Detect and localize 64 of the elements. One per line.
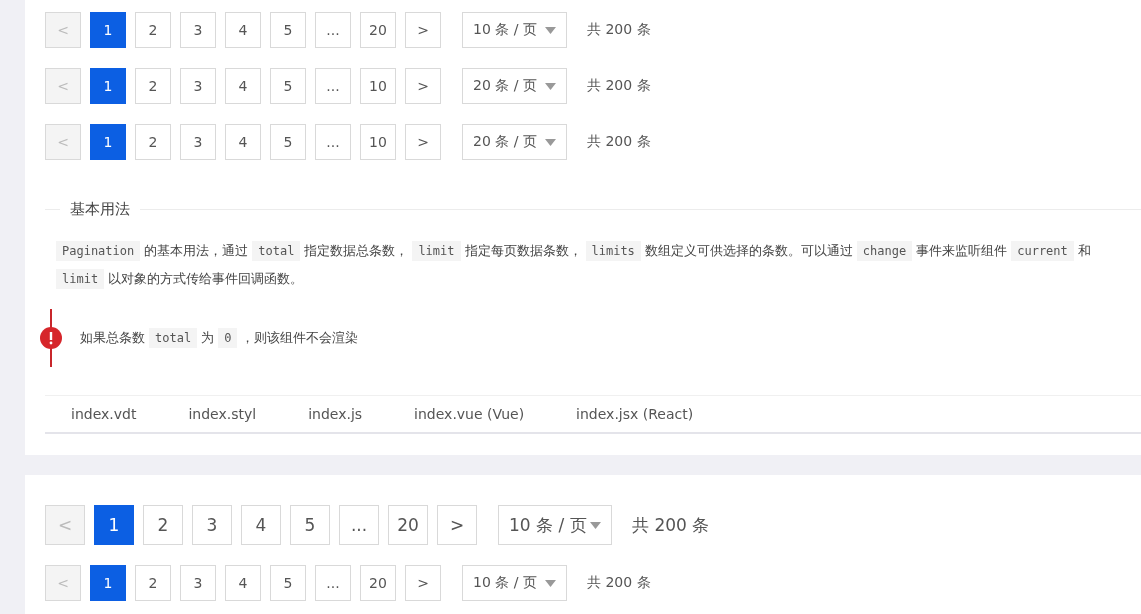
page-button[interactable]: 3 xyxy=(192,505,232,545)
page-button[interactable]: ... xyxy=(315,565,351,601)
page-button[interactable]: 1 xyxy=(90,124,126,160)
code-tab[interactable]: index.jsx (React) xyxy=(550,397,720,431)
total-count: 共 200 条 xyxy=(587,133,651,151)
page-button[interactable]: 1 xyxy=(90,68,126,104)
page-button[interactable]: 4 xyxy=(225,12,261,48)
page-button[interactable]: 5 xyxy=(290,505,330,545)
page-button[interactable]: 3 xyxy=(180,68,216,104)
total-count: 共 200 条 xyxy=(587,574,651,592)
page-button[interactable]: ... xyxy=(339,505,379,545)
page-button[interactable]: 3 xyxy=(180,12,216,48)
page-button[interactable]: 4 xyxy=(225,565,261,601)
page-button[interactable]: 5 xyxy=(270,12,306,48)
page-button[interactable]: 4 xyxy=(225,68,261,104)
page-button[interactable]: 1 xyxy=(94,505,134,545)
page-button[interactable]: ... xyxy=(315,124,351,160)
page-button[interactable]: 20 xyxy=(360,565,396,601)
code-tab[interactable]: index.vdt xyxy=(45,397,163,431)
page-button[interactable]: 5 xyxy=(270,68,306,104)
page-button[interactable]: 10 xyxy=(360,124,396,160)
total-count: 共 200 条 xyxy=(632,513,710,537)
total-count: 共 200 条 xyxy=(587,21,651,39)
page-button[interactable]: 4 xyxy=(225,124,261,160)
page-button[interactable]: 2 xyxy=(135,565,171,601)
page-button[interactable]: 2 xyxy=(143,505,183,545)
code-tab[interactable]: index.styl xyxy=(162,397,283,431)
section-title: 基本用法 xyxy=(69,200,131,219)
page-size-select[interactable]: 10 条 / 页 xyxy=(462,565,567,601)
caret-icon xyxy=(545,26,556,34)
code-tab[interactable]: index.js xyxy=(282,397,389,431)
caret-icon xyxy=(590,521,601,529)
page-button[interactable]: 10 xyxy=(360,68,396,104)
code-tab[interactable]: index.vue (Vue) xyxy=(388,397,551,431)
next-page-button[interactable]: > xyxy=(437,505,477,545)
alert-text: 如果总条数 total 为 0 ，则该组件不会渲染 xyxy=(80,329,359,347)
page-button[interactable]: 2 xyxy=(135,68,171,104)
page-size-select[interactable]: 20 条 / 页 xyxy=(462,68,567,104)
page-button[interactable]: 2 xyxy=(135,124,171,160)
page-button[interactable]: 1 xyxy=(90,12,126,48)
page-size-select[interactable]: 20 条 / 页 xyxy=(462,124,567,160)
page-button[interactable]: 20 xyxy=(360,12,396,48)
page-button[interactable]: 3 xyxy=(180,124,216,160)
caret-icon xyxy=(545,579,556,587)
page-button[interactable]: 2 xyxy=(135,12,171,48)
next-page-button[interactable]: > xyxy=(405,68,441,104)
page-size-select[interactable]: 10 条 / 页 xyxy=(498,505,612,545)
page-button[interactable]: ... xyxy=(315,12,351,48)
description-text: Pagination 的基本用法，通过 total 指定数据总条数， limit 指定每页数据条数， limits 数组定义可供选择的条数。可以通过 change 事件来监听组件 current 和 limit 以对象的方式传给事件回调函数。 xyxy=(52,237,1141,293)
caret-icon xyxy=(545,138,556,146)
next-page-button[interactable]: > xyxy=(405,565,441,601)
page-button[interactable]: 4 xyxy=(241,505,281,545)
page-button[interactable]: 20 xyxy=(388,505,428,545)
page-button[interactable]: 1 xyxy=(90,565,126,601)
next-page-button[interactable]: > xyxy=(405,12,441,48)
caret-icon xyxy=(545,82,556,90)
page-button[interactable]: ... xyxy=(315,68,351,104)
page-size-select[interactable]: 10 条 / 页 xyxy=(462,12,567,48)
total-count: 共 200 条 xyxy=(587,77,651,95)
page-button[interactable]: 5 xyxy=(270,124,306,160)
alert-icon xyxy=(40,327,62,349)
page-button[interactable]: 3 xyxy=(180,565,216,601)
page-button[interactable]: 5 xyxy=(270,565,306,601)
next-page-button[interactable]: > xyxy=(405,124,441,160)
